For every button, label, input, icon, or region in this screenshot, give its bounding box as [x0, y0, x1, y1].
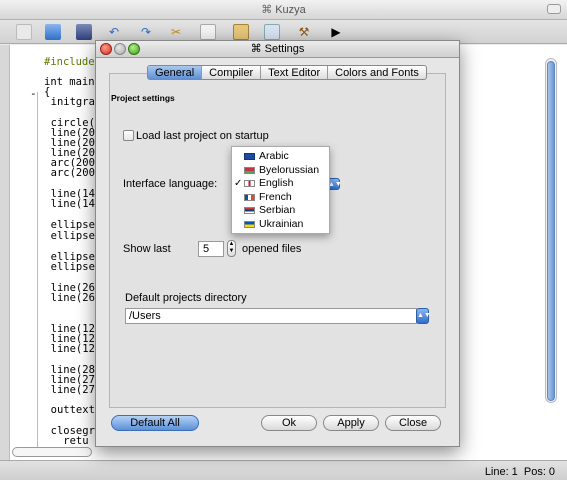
- language-dropdown-menu: Arabic Byelorussian ✓ English French Ser…: [231, 146, 330, 234]
- new-file-icon[interactable]: [16, 24, 32, 40]
- arabic-flag-icon: [244, 153, 255, 160]
- app-icon: ⌘: [261, 4, 273, 16]
- default-dir-label: Default projects directory: [125, 292, 247, 304]
- settings-title-icon: ⌘: [250, 43, 265, 55]
- serbian-flag-icon: [244, 207, 255, 214]
- load-last-project-label: Load last project on startup: [136, 130, 269, 142]
- dialog-titlebar: ⌘ Settings: [96, 41, 459, 58]
- language-option-label: Arabic: [259, 150, 289, 162]
- toolbar-toggle-button[interactable]: [547, 4, 561, 14]
- language-option-arabic[interactable]: Arabic: [232, 150, 329, 164]
- language-option-label: Serbian: [259, 204, 296, 216]
- tab-general[interactable]: General: [148, 66, 203, 79]
- language-option-label: French: [259, 190, 292, 203]
- apply-button[interactable]: Apply: [323, 415, 379, 431]
- open-file-icon[interactable]: [45, 24, 61, 40]
- language-option-label: Byelorussian: [259, 163, 320, 176]
- settings-tabs: General Compiler Text Editor Colors and …: [147, 65, 427, 80]
- show-last-stepper[interactable]: ▲ ▼: [227, 240, 236, 257]
- close-button[interactable]: Close: [385, 415, 441, 431]
- english-flag-icon: [244, 180, 255, 187]
- byelorussian-flag-icon: [244, 166, 255, 174]
- horizontal-scrollbar[interactable]: [12, 447, 92, 457]
- language-option-french[interactable]: French: [232, 191, 329, 205]
- vertical-scrollbar[interactable]: [545, 58, 557, 403]
- paste-icon[interactable]: [233, 24, 249, 40]
- save-icon[interactable]: [76, 24, 92, 40]
- ukrainian-flag-icon: [244, 220, 255, 228]
- code-line: int main: [44, 76, 95, 88]
- main-window-title: Kuzya: [275, 4, 306, 16]
- code-line: line(12: [38, 343, 95, 355]
- code-line: line(27: [38, 384, 95, 396]
- minimize-window-button[interactable]: [114, 43, 126, 55]
- close-window-button[interactable]: [100, 43, 112, 55]
- scrollbar-thumb[interactable]: [547, 61, 555, 401]
- code-line: retu: [38, 435, 89, 447]
- language-option-serbian[interactable]: Serbian: [232, 204, 329, 218]
- language-option-ukrainian[interactable]: Ukrainian: [232, 218, 329, 232]
- status-bar: Line: 1 Pos: 0: [0, 460, 567, 480]
- code-line: #include: [44, 56, 95, 68]
- interface-language-label: Interface language:: [123, 178, 218, 190]
- tab-text-editor[interactable]: Text Editor: [261, 66, 329, 79]
- fold-marker-icon[interactable]: -: [30, 87, 37, 100]
- code-line: ellipse: [38, 230, 95, 242]
- ok-button[interactable]: Ok: [261, 415, 317, 431]
- code-line: initgra: [38, 96, 95, 108]
- undo-icon[interactable]: ↶: [106, 24, 122, 40]
- code-line: outtext: [38, 404, 95, 416]
- dialog-title: Settings: [264, 43, 305, 55]
- language-option-byelorussian[interactable]: Byelorussian: [232, 164, 329, 178]
- settings-icon[interactable]: ⚒: [296, 24, 312, 40]
- tab-compiler[interactable]: Compiler: [202, 66, 262, 79]
- main-titlebar: ⌘ Kuzya: [0, 0, 567, 20]
- french-flag-icon: [244, 193, 255, 201]
- load-last-project-checkbox[interactable]: [123, 130, 134, 141]
- line-label: Line:: [484, 466, 509, 478]
- zoom-window-button[interactable]: [128, 43, 140, 55]
- tab-colors-and-fonts[interactable]: Colors and Fonts: [328, 66, 426, 79]
- cursor-position: Line: 1 Pos: 0: [482, 466, 555, 478]
- code-line: ellipse: [38, 261, 95, 273]
- copy-icon[interactable]: [200, 24, 216, 40]
- opened-files-label: opened files: [242, 243, 302, 255]
- redo-icon[interactable]: ↷: [138, 24, 154, 40]
- pos-value: 0: [548, 466, 555, 478]
- code-line: line(26: [38, 292, 95, 304]
- language-option-label: Ukrainian: [259, 217, 304, 230]
- language-option-english[interactable]: ✓ English: [232, 177, 329, 191]
- run-icon[interactable]: ▶: [328, 24, 344, 40]
- code-line: line(14: [38, 198, 95, 210]
- line-value: 1: [511, 466, 518, 478]
- show-last-input[interactable]: 5: [198, 241, 224, 257]
- code-line: arc(200: [38, 167, 95, 179]
- checkmark-icon: ✓: [234, 178, 243, 189]
- section-title: Project settings: [111, 93, 175, 103]
- pos-label: Pos:: [523, 466, 546, 478]
- compile-icon[interactable]: [264, 24, 280, 40]
- default-all-button[interactable]: Default All: [111, 415, 199, 431]
- settings-panel: [109, 73, 446, 408]
- default-dir-input[interactable]: /Users: [125, 308, 417, 324]
- default-dir-select-arrow-icon[interactable]: ▲▼: [416, 308, 431, 324]
- editor-gutter: [0, 45, 10, 460]
- cut-icon[interactable]: ✂: [168, 24, 184, 40]
- language-option-label: English: [259, 177, 294, 189]
- show-last-label: Show last: [123, 243, 171, 255]
